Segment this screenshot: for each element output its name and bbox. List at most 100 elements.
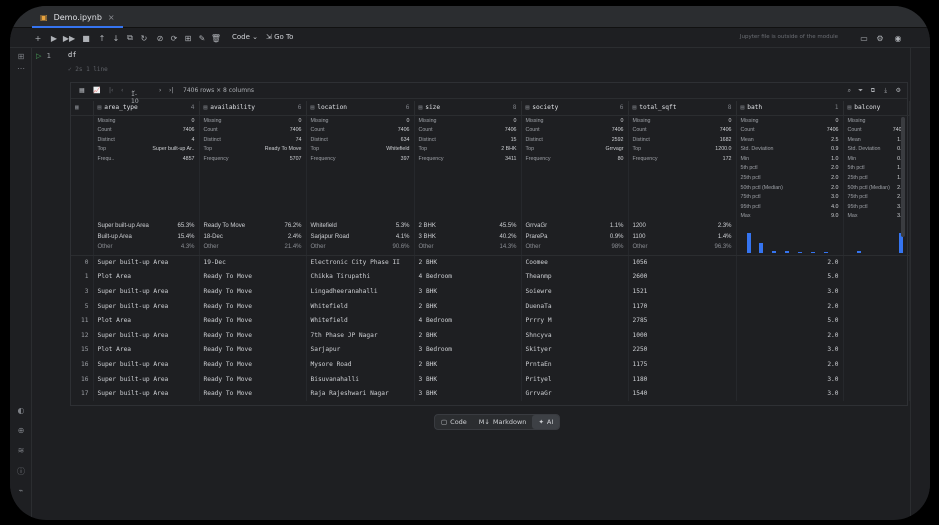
settings-icon[interactable]: ⚙ [874, 32, 886, 44]
last-page-icon[interactable]: ›| [169, 87, 173, 94]
download-icon[interactable]: ⤓ [884, 87, 887, 95]
cell-type-dropdown[interactable]: Code ⌄ [232, 33, 258, 41]
code-cell[interactable]: df [62, 49, 902, 62]
settings-icon[interactable]: ⚙ [896, 87, 901, 94]
table-row[interactable]: 3 Super built-up Area Ready To Move Lingadh… [71, 284, 910, 299]
add-code-cell-button[interactable]: ▢ Code [435, 415, 473, 429]
run-all-icon[interactable]: ▶▶ [63, 32, 75, 44]
column-sort-index: 1 [834, 104, 839, 112]
table-row[interactable]: 5 Super built-up Area Ready To Move Whitefi… [71, 298, 910, 314]
stat-label: Count [740, 127, 755, 134]
layers-icon[interactable]: ≋ [10, 446, 32, 455]
run-cell-gutter-icon[interactable]: ▷ [36, 52, 41, 60]
table-row[interactable]: 0 Super built-up Area 19-Dec Electronic Cit… [71, 255, 910, 270]
tab-demo-notebook[interactable]: ▣ Demo.ipynb × [32, 9, 123, 28]
stat-value: 4.0 [831, 203, 839, 210]
clear-outputs-icon[interactable]: ⊘ [154, 32, 166, 44]
close-tab-icon[interactable]: × [108, 13, 115, 22]
first-page-icon[interactable]: |‹ [109, 87, 113, 94]
layout-icon[interactable]: ▭ [858, 32, 870, 44]
goto-button[interactable]: ⇲ Go To [266, 33, 293, 41]
histogram [746, 231, 839, 253]
column-header-size[interactable]: ▤ size 8 [414, 101, 522, 116]
cell-society: Shncyva [521, 327, 629, 343]
prev-page-icon[interactable]: ‹ [121, 87, 123, 94]
column-header-society[interactable]: ▤ society 6 [521, 101, 629, 116]
cell-total-sqft: 1000 [628, 327, 737, 343]
cell-run-gutter[interactable]: ▷ 1 [36, 52, 51, 60]
more-icon[interactable]: ⋯ [10, 64, 32, 73]
table-view-icon[interactable]: ▦ [79, 87, 85, 94]
terminal-icon[interactable]: ⌁ [10, 486, 32, 495]
run-cell-icon[interactable]: ▶ [48, 32, 60, 44]
table-row[interactable]: 15 Plot Area Ready To Move Sarjapur 3 Bedroo… [71, 342, 910, 358]
category-percent: 76.2% [284, 223, 302, 229]
python-console-icon[interactable]: ◐ [10, 406, 32, 415]
services-icon[interactable]: ⊕ [10, 426, 32, 435]
stop-icon[interactable]: ■ [80, 32, 92, 44]
column-header-balcony[interactable]: ▤ balcony [843, 101, 910, 116]
column-header-bath[interactable]: ▤ bath 1 [736, 101, 844, 116]
cell-total-sqft: 1056 [628, 255, 737, 270]
stat-label: Frequency [310, 155, 336, 162]
stat-line: Missing 0 [526, 117, 624, 127]
stat-value: 15 [510, 136, 517, 143]
add-markdown-cell-button[interactable]: M↓ Markdown [473, 415, 533, 429]
move-down-icon[interactable]: ↓ [110, 32, 122, 44]
column-stats-balcony: Missing0Count7406Mean1.6Std. Deviation0.… [843, 115, 910, 256]
cell-size: 3 BHK [414, 284, 522, 299]
table-row[interactable]: 12 Super built-up Area Ready To Move 7th Ph… [71, 327, 910, 343]
restart-run-icon[interactable]: ⟳ [168, 32, 180, 44]
add-cell-icon[interactable]: + [32, 32, 44, 44]
column-header-area-type[interactable]: ▤ area_type 4 [93, 101, 200, 116]
category-percent: 4.1% [395, 233, 410, 240]
category-percent: 98% [611, 244, 624, 250]
table-row[interactable]: 17 Super built-up Area Ready To Move Raja R… [71, 386, 910, 401]
row-index-header[interactable]: ▦ [71, 101, 94, 116]
stat-label: Min [740, 155, 750, 162]
cell-total-sqft: 2785 [628, 313, 737, 328]
column-header-location[interactable]: ▤ location 6 [306, 101, 415, 116]
copy-icon[interactable]: ⧉ [871, 87, 875, 95]
column-sort-index: 4 [190, 104, 195, 112]
stat-value: 172 [722, 155, 732, 162]
column-name: area_type [104, 104, 138, 112]
chart-view-icon[interactable]: 📈 [93, 87, 100, 94]
split-icon[interactable]: ⧉ [124, 32, 136, 44]
delete-icon[interactable]: 🗑 [210, 32, 222, 44]
stat-line: Min 1.0 [741, 155, 839, 165]
brush-icon[interactable]: ✎ [196, 32, 208, 44]
search-icon[interactable]: ⌕ [848, 87, 851, 95]
move-up-icon[interactable]: ↑ [96, 32, 108, 44]
category-percent: 0.9% [609, 233, 624, 240]
restart-icon[interactable]: ↻ [138, 32, 150, 44]
problems-icon[interactable]: ⓘ [10, 466, 32, 477]
category-name: Other [97, 244, 113, 250]
structure-icon[interactable]: ⊞ [10, 52, 32, 61]
column-header-availability[interactable]: ▤ availability 6 [199, 101, 307, 116]
table-row[interactable]: 1 Plot Area Ready To Move Chikka Tirupathi 4… [71, 269, 910, 285]
jupyter-icon[interactable]: ◉ [892, 32, 904, 44]
table-row[interactable]: 16 Super built-up Area Ready To Move Mysore… [71, 357, 910, 372]
stat-line: Std. Deviation0.8 [848, 145, 905, 155]
table-row[interactable]: 16 Super built-up Area Ready To Move Bisuva… [71, 371, 910, 387]
add-ai-cell-button[interactable]: ✦ AI [532, 415, 560, 429]
stat-line: Frequ.. 4857 [98, 155, 195, 165]
cell-balcony [843, 284, 910, 299]
page-range-dropdown[interactable]: 1-10 ⌄ [131, 87, 139, 105]
stat-value: 0.9 [831, 146, 839, 153]
table-row[interactable]: 11 Plot Area Ready To Move Whitefield 4 Bedr… [71, 313, 910, 328]
stat-line: Top 1200.0 [633, 145, 732, 155]
cell-bath: 3.0 [736, 371, 844, 387]
top-category-line: 3 BHK 40.2% [419, 232, 517, 243]
column-header-total-sqft[interactable]: ▤ total_sqft 8 [628, 101, 737, 116]
next-page-icon[interactable]: › [159, 87, 161, 94]
stat-label: Distinct [203, 136, 221, 143]
cell-balcony [843, 342, 910, 358]
variables-icon[interactable]: ⊞ [182, 32, 194, 44]
cell-size: 2 BHK [414, 255, 522, 270]
table-scrollbar[interactable] [901, 117, 905, 237]
filter-icon[interactable]: ⏷ [858, 87, 863, 95]
select-all-icon: ▦ [75, 104, 79, 112]
cell-total-sqft: 1180 [628, 371, 737, 387]
